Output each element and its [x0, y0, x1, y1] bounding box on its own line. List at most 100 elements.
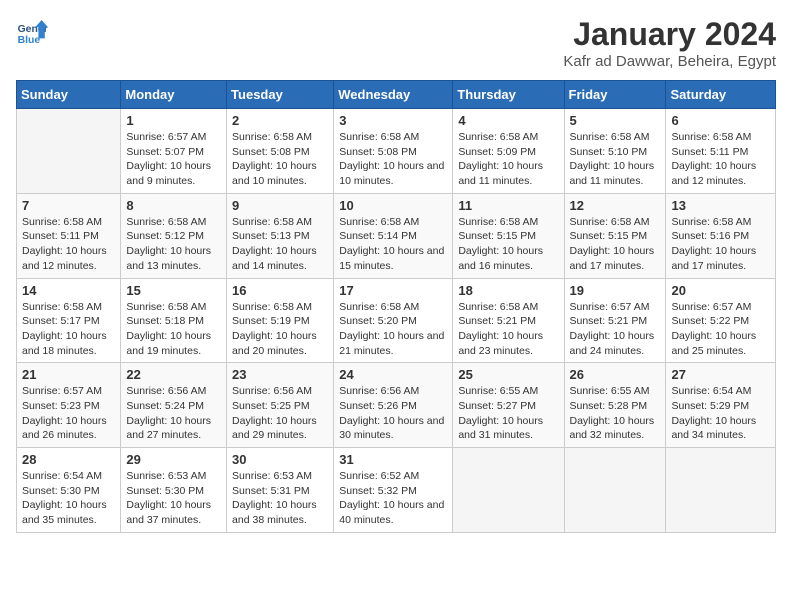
day-number: 30: [232, 452, 328, 467]
day-info: Sunrise: 6:58 AMSunset: 5:11 PMDaylight:…: [671, 130, 770, 189]
day-info: Sunrise: 6:57 AMSunset: 5:23 PMDaylight:…: [22, 384, 115, 443]
day-info: Sunrise: 6:56 AMSunset: 5:26 PMDaylight:…: [339, 384, 447, 443]
calendar-cell: 15 Sunrise: 6:58 AMSunset: 5:18 PMDayligh…: [121, 278, 227, 363]
day-number: 2: [232, 113, 328, 128]
calendar-cell: 18 Sunrise: 6:58 AMSunset: 5:21 PMDayligh…: [453, 278, 564, 363]
weekday-friday: Friday: [564, 81, 666, 109]
weekday-sunday: Sunday: [17, 81, 121, 109]
day-info: Sunrise: 6:57 AMSunset: 5:21 PMDaylight:…: [570, 300, 661, 359]
calendar-cell: 28Sunrise: 6:54 AMSunset: 5:30 PMDayligh…: [17, 448, 121, 533]
calendar-cell: 11 Sunrise: 6:58 AMSunset: 5:15 PMDayligh…: [453, 193, 564, 278]
week-row-4: 21 Sunrise: 6:57 AMSunset: 5:23 PMDayligh…: [17, 363, 776, 448]
calendar-cell: 19 Sunrise: 6:57 AMSunset: 5:21 PMDayligh…: [564, 278, 666, 363]
day-info: Sunrise: 6:55 AMSunset: 5:27 PMDaylight:…: [458, 384, 558, 443]
calendar-cell: 30 Sunrise: 6:53 AMSunset: 5:31 PMDayligh…: [227, 448, 334, 533]
day-info: Sunrise: 6:53 AMSunset: 5:31 PMDaylight:…: [232, 469, 328, 528]
header: General Blue January 2024 Kafr ad Dawwar…: [16, 16, 776, 70]
calendar-cell: 29Sunrise: 6:53 AMSunset: 5:30 PMDayligh…: [121, 448, 227, 533]
weekday-tuesday: Tuesday: [227, 81, 334, 109]
calendar-cell: 23 Sunrise: 6:56 AMSunset: 5:25 PMDayligh…: [227, 363, 334, 448]
day-info: Sunrise: 6:58 AMSunset: 5:20 PMDaylight:…: [339, 300, 447, 359]
day-number: 1: [126, 113, 221, 128]
week-row-3: 14Sunrise: 6:58 AMSunset: 5:17 PMDayligh…: [17, 278, 776, 363]
svg-text:Blue: Blue: [18, 35, 41, 46]
day-number: 16: [232, 283, 328, 298]
day-number: 3: [339, 113, 447, 128]
day-info: Sunrise: 6:58 AMSunset: 5:13 PMDaylight:…: [232, 215, 328, 274]
day-number: 24: [339, 367, 447, 382]
day-number: 13: [671, 198, 770, 213]
day-number: 18: [458, 283, 558, 298]
day-number: 25: [458, 367, 558, 382]
day-info: Sunrise: 6:58 AMSunset: 5:08 PMDaylight:…: [339, 130, 447, 189]
calendar-cell: [666, 448, 776, 533]
day-number: 27: [671, 367, 770, 382]
day-number: 22: [126, 367, 221, 382]
day-number: 4: [458, 113, 558, 128]
weekday-wednesday: Wednesday: [334, 81, 453, 109]
calendar-cell: 24 Sunrise: 6:56 AMSunset: 5:26 PMDayligh…: [334, 363, 453, 448]
calendar-cell: 26 Sunrise: 6:55 AMSunset: 5:28 PMDayligh…: [564, 363, 666, 448]
day-info: Sunrise: 6:58 AMSunset: 5:11 PMDaylight:…: [22, 215, 115, 274]
day-info: Sunrise: 6:57 AMSunset: 5:22 PMDaylight:…: [671, 300, 770, 359]
day-info: Sunrise: 6:58 AMSunset: 5:19 PMDaylight:…: [232, 300, 328, 359]
day-info: Sunrise: 6:58 AMSunset: 5:12 PMDaylight:…: [126, 215, 221, 274]
day-number: 12: [570, 198, 661, 213]
day-number: 26: [570, 367, 661, 382]
day-info: Sunrise: 6:58 AMSunset: 5:21 PMDaylight:…: [458, 300, 558, 359]
day-number: 14: [22, 283, 115, 298]
calendar-cell: 13Sunrise: 6:58 AMSunset: 5:16 PMDayligh…: [666, 193, 776, 278]
day-info: Sunrise: 6:56 AMSunset: 5:24 PMDaylight:…: [126, 384, 221, 443]
day-number: 10: [339, 198, 447, 213]
calendar-cell: [453, 448, 564, 533]
calendar-cell: 7 Sunrise: 6:58 AMSunset: 5:11 PMDaylight…: [17, 193, 121, 278]
day-info: Sunrise: 6:55 AMSunset: 5:28 PMDaylight:…: [570, 384, 661, 443]
calendar-cell: 6 Sunrise: 6:58 AMSunset: 5:11 PMDaylight…: [666, 109, 776, 194]
calendar-body: 1 Sunrise: 6:57 AMSunset: 5:07 PMDaylight…: [17, 109, 776, 533]
logo: General Blue: [16, 16, 52, 48]
day-number: 21: [22, 367, 115, 382]
day-info: Sunrise: 6:58 AMSunset: 5:14 PMDaylight:…: [339, 215, 447, 274]
calendar-cell: 22 Sunrise: 6:56 AMSunset: 5:24 PMDayligh…: [121, 363, 227, 448]
day-info: Sunrise: 6:54 AMSunset: 5:29 PMDaylight:…: [671, 384, 770, 443]
day-number: 23: [232, 367, 328, 382]
day-info: Sunrise: 6:58 AMSunset: 5:15 PMDaylight:…: [458, 215, 558, 274]
calendar-cell: 27 Sunrise: 6:54 AMSunset: 5:29 PMDayligh…: [666, 363, 776, 448]
day-info: Sunrise: 6:58 AMSunset: 5:10 PMDaylight:…: [570, 130, 661, 189]
calendar-table: SundayMondayTuesdayWednesdayThursdayFrid…: [16, 80, 776, 533]
calendar-title: January 2024: [563, 16, 776, 53]
day-number: 19: [570, 283, 661, 298]
day-number: 20: [671, 283, 770, 298]
day-info: Sunrise: 6:58 AMSunset: 5:18 PMDaylight:…: [126, 300, 221, 359]
day-info: Sunrise: 6:57 AMSunset: 5:07 PMDaylight:…: [126, 130, 221, 189]
day-number: 15: [126, 283, 221, 298]
weekday-thursday: Thursday: [453, 81, 564, 109]
week-row-1: 1 Sunrise: 6:57 AMSunset: 5:07 PMDaylight…: [17, 109, 776, 194]
calendar-subtitle: Kafr ad Dawwar, Beheira, Egypt: [563, 53, 776, 70]
calendar-cell: 2 Sunrise: 6:58 AMSunset: 5:08 PMDaylight…: [227, 109, 334, 194]
calendar-cell: 1 Sunrise: 6:57 AMSunset: 5:07 PMDaylight…: [121, 109, 227, 194]
day-info: Sunrise: 6:58 AMSunset: 5:15 PMDaylight:…: [570, 215, 661, 274]
day-info: Sunrise: 6:58 AMSunset: 5:08 PMDaylight:…: [232, 130, 328, 189]
calendar-cell: 3 Sunrise: 6:58 AMSunset: 5:08 PMDaylight…: [334, 109, 453, 194]
day-info: Sunrise: 6:52 AMSunset: 5:32 PMDaylight:…: [339, 469, 447, 528]
day-number: 5: [570, 113, 661, 128]
day-number: 7: [22, 198, 115, 213]
day-number: 6: [671, 113, 770, 128]
day-info: Sunrise: 6:58 AMSunset: 5:09 PMDaylight:…: [458, 130, 558, 189]
calendar-cell: 21 Sunrise: 6:57 AMSunset: 5:23 PMDayligh…: [17, 363, 121, 448]
day-info: Sunrise: 6:56 AMSunset: 5:25 PMDaylight:…: [232, 384, 328, 443]
calendar-cell: 4 Sunrise: 6:58 AMSunset: 5:09 PMDaylight…: [453, 109, 564, 194]
calendar-cell: [564, 448, 666, 533]
title-area: January 2024 Kafr ad Dawwar, Beheira, Eg…: [563, 16, 776, 70]
calendar-cell: 17Sunrise: 6:58 AMSunset: 5:20 PMDayligh…: [334, 278, 453, 363]
calendar-cell: 31 Sunrise: 6:52 AMSunset: 5:32 PMDayligh…: [334, 448, 453, 533]
weekday-monday: Monday: [121, 81, 227, 109]
week-row-2: 7 Sunrise: 6:58 AMSunset: 5:11 PMDaylight…: [17, 193, 776, 278]
day-number: 29: [126, 452, 221, 467]
day-number: 11: [458, 198, 558, 213]
week-row-5: 28Sunrise: 6:54 AMSunset: 5:30 PMDayligh…: [17, 448, 776, 533]
calendar-cell: 5 Sunrise: 6:58 AMSunset: 5:10 PMDaylight…: [564, 109, 666, 194]
calendar-cell: 16 Sunrise: 6:58 AMSunset: 5:19 PMDayligh…: [227, 278, 334, 363]
day-number: 31: [339, 452, 447, 467]
